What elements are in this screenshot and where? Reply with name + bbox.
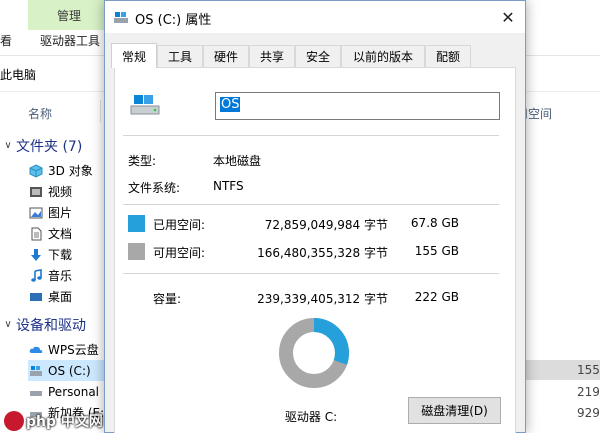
tab-tools[interactable]: 工具 — [157, 45, 203, 67]
capacity-label: 容量: — [153, 292, 182, 306]
nav-item-os-c[interactable]: OS (C:) — [28, 360, 104, 381]
title-bar[interactable]: OS (C:) 属性 ✕ — [105, 1, 525, 33]
nav-item-label: 桌面 — [48, 290, 73, 304]
nav-item-videos[interactable]: 视频 — [28, 181, 72, 202]
cube-icon — [28, 163, 44, 178]
nav-group-label: 文件夹 (7) — [16, 138, 83, 155]
tab-general[interactable]: 常规 — [111, 43, 157, 68]
nav-item-label: 下载 — [48, 248, 73, 262]
nav-item-music[interactable]: 音乐 — [28, 265, 72, 286]
free-space-bytes: 166,480,355,328 字节 — [257, 246, 388, 260]
drive-icon — [28, 385, 44, 399]
drive-name-input[interactable]: OS — [215, 92, 500, 120]
drive-name-text: OS — [220, 97, 241, 112]
desktop-icon — [28, 290, 44, 304]
nav-item-pictures[interactable]: 图片 — [28, 202, 72, 223]
tab-quota[interactable]: 配额 — [425, 45, 471, 67]
picture-icon — [28, 206, 44, 220]
capacity-gb: 222 GB — [414, 290, 459, 304]
tab-drive-tools[interactable]: 驱动器工具 — [40, 32, 100, 49]
used-space-gb: 67.8 GB — [410, 216, 459, 230]
nav-item-label: 3D 对象 — [48, 164, 93, 178]
cloud-icon — [28, 343, 44, 357]
filesystem-value: NTFS — [213, 179, 244, 193]
nav-item-downloads[interactable]: 下载 — [28, 244, 72, 265]
capacity-bytes: 239,339,405,312 字节 — [257, 292, 388, 306]
properties-dialog: OS (C:) 属性 ✕ 常规 工具 硬件 共享 安全 以前的版本 配额 OS … — [104, 0, 526, 433]
usage-donut-chart — [279, 318, 349, 388]
general-tab-panel: OS 类型: 本地磁盘 文件系统: NTFS 已用空间: 72,859,049,… — [114, 67, 516, 433]
download-arrow-icon — [28, 248, 44, 262]
drive-icon — [28, 364, 44, 378]
nav-item-label: WPS云盘 — [48, 343, 99, 357]
film-icon — [28, 185, 44, 199]
free-space-gb: 155 GB — [414, 244, 459, 258]
chevron-down-icon[interactable]: ∨ — [0, 140, 16, 151]
filesystem-label: 文件系统: — [128, 181, 181, 195]
dialog-title: OS (C:) 属性 — [135, 13, 212, 28]
used-space-label: 已用空间: — [153, 218, 206, 232]
free-space-value: 155 — [577, 363, 600, 377]
tab-previous-versions[interactable]: 以前的版本 — [341, 45, 425, 67]
document-icon — [28, 227, 44, 241]
nav-item-label: OS (C:) — [48, 363, 91, 378]
nav-item-documents[interactable]: 文档 — [28, 223, 72, 244]
watermark: php 中文网 — [0, 410, 103, 432]
watermark-text: php 中文网 — [26, 414, 103, 430]
nav-item-wps-cloud[interactable]: WPS云盘 — [28, 339, 99, 360]
drive-icon — [113, 10, 129, 27]
music-note-icon — [28, 268, 44, 283]
free-space-swatch — [128, 243, 145, 260]
disk-cleanup-button[interactable]: 磁盘清理(D) — [408, 397, 501, 424]
close-button[interactable]: ✕ — [491, 1, 525, 33]
free-space-label: 可用空间: — [153, 246, 206, 260]
nav-item-label: 文档 — [48, 227, 73, 241]
column-divider[interactable] — [100, 100, 101, 122]
tab-hardware[interactable]: 硬件 — [203, 45, 249, 67]
tab-manage[interactable]: 管理 — [28, 0, 110, 30]
address-text: 此电脑 — [0, 68, 37, 82]
tab-view[interactable]: 看 — [0, 32, 12, 49]
used-space-bytes: 72,859,049,984 字节 — [264, 218, 388, 232]
watermark-logo — [4, 411, 24, 431]
nav-item-label: Personal — [48, 384, 100, 399]
column-name[interactable]: 名称 — [28, 105, 52, 122]
tab-sharing[interactable]: 共享 — [249, 45, 295, 67]
tab-security[interactable]: 安全 — [295, 45, 341, 67]
divider — [123, 135, 499, 136]
free-space-value: 219 — [577, 385, 600, 399]
nav-group-label: 设备和驱动 — [16, 317, 86, 334]
nav-group-devices[interactable]: ∨ 设备和驱动 — [0, 314, 86, 335]
chevron-down-icon[interactable]: ∨ — [0, 319, 16, 330]
nav-item-personal[interactable]: Personal — [28, 381, 99, 402]
used-space-swatch — [128, 215, 145, 232]
type-value: 本地磁盘 — [213, 154, 262, 168]
nav-group-folders[interactable]: ∨ 文件夹 (7) — [0, 135, 82, 156]
nav-item-desktop[interactable]: 桌面 — [28, 286, 72, 307]
nav-item-3d-objects[interactable]: 3D 对象 — [28, 160, 93, 181]
nav-item-label: 音乐 — [48, 269, 73, 283]
nav-item-label: 图片 — [48, 206, 73, 220]
divider — [123, 273, 499, 274]
free-space-value: 929 — [577, 406, 600, 420]
type-label: 类型: — [128, 154, 157, 168]
drive-icon — [129, 92, 161, 121]
nav-item-label: 视频 — [48, 185, 73, 199]
divider — [123, 204, 499, 205]
